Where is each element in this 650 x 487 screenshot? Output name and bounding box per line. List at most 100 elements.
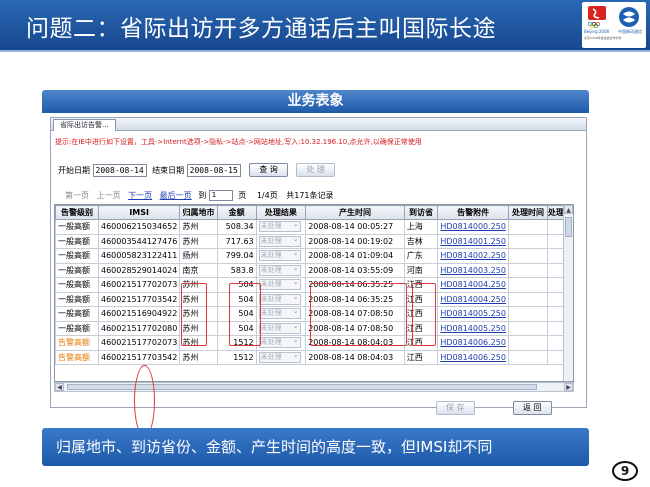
cell-result[interactable]: 未处理	[255, 335, 307, 351]
scroll-right-arrow-icon[interactable]: ▶	[564, 383, 573, 391]
tab-roaming-alarm[interactable]: 省际出访告警...	[53, 119, 116, 131]
col-header-amount[interactable]: 金额	[216, 205, 257, 220]
table-row[interactable]: 一般高额460003544127476苏州717.63未处理 2008-08-14…	[55, 233, 573, 249]
cell-attachment[interactable]: HD0814005.250	[437, 320, 509, 336]
cell-attachment[interactable]: HD0814002.250	[437, 248, 509, 264]
next-page-link[interactable]: 下一页	[128, 191, 152, 200]
query-button[interactable]: 查 询	[249, 163, 288, 177]
prev-page-link[interactable]: 上一页	[97, 191, 121, 200]
last-page-link[interactable]: 最后一页	[160, 191, 192, 200]
table-row[interactable]: 一般高额460028529014024南京583.8未处理 2008-08-14 …	[55, 262, 573, 278]
scroll-left-arrow-icon[interactable]: ◀	[55, 383, 64, 391]
cell-level: 一般高额	[55, 219, 99, 235]
cell-result[interactable]: 未处理	[255, 262, 307, 278]
amount-highlight	[229, 283, 261, 346]
col-header-result[interactable]: 处理结果	[255, 205, 307, 220]
page-count: 1/4页	[256, 191, 278, 200]
cell-result[interactable]: 未处理	[255, 320, 307, 336]
result-select[interactable]: 未处理	[258, 293, 301, 305]
back-button[interactable]: 返 回	[513, 401, 552, 415]
page-number-badge: 9	[612, 461, 638, 481]
cell-city: 南京	[179, 262, 218, 278]
cell-time: 2008-08-14 01:09:04	[305, 248, 405, 264]
cell-result[interactable]: 未处理	[255, 248, 307, 264]
save-button[interactable]: 保 存	[436, 401, 475, 415]
cell-attachment[interactable]: HD0814001.250	[437, 233, 509, 249]
cell-attachment[interactable]: HD0814004.250	[437, 277, 509, 293]
cell-imsi: 460006215034652	[97, 219, 181, 235]
cell-result[interactable]: 未处理	[255, 219, 307, 235]
cell-attachment[interactable]: HD0814005.250	[437, 306, 509, 322]
window-tabbar: 省际出访告警...	[51, 118, 586, 131]
process-button[interactable]: 处 理	[296, 163, 335, 177]
cell-imsi: 460005823122411	[97, 248, 181, 264]
table-row[interactable]: 一般高额460006215034652苏州508.34未处理 2008-08-14…	[55, 219, 573, 235]
vertical-scrollbar[interactable]: ▲	[563, 205, 573, 381]
result-select[interactable]: 未处理	[258, 322, 301, 334]
table-row[interactable]: 一般高额460005823122411扬州799.04未处理 2008-08-14…	[55, 248, 573, 264]
cell-imsi: 460003544127476	[97, 233, 181, 249]
page-number-input[interactable]: 1	[208, 190, 233, 201]
cell-imsi: 460028529014024	[97, 262, 181, 278]
col-header-handle-time[interactable]: 处理时间	[507, 205, 548, 220]
cell-amount: 1512	[216, 349, 257, 365]
result-select[interactable]: 未处理	[258, 235, 301, 247]
end-date-field[interactable]: 2008-08-15	[186, 163, 241, 177]
cell-handle-time	[507, 277, 548, 293]
vertical-scroll-thumb[interactable]	[565, 217, 572, 237]
col-header-level[interactable]: 告警级别	[55, 205, 99, 220]
result-select[interactable]: 未处理	[258, 278, 301, 291]
col-header-imsi[interactable]: IMSI	[97, 205, 181, 220]
panel-banner: 业务表象	[42, 90, 589, 113]
cell-attachment[interactable]: HD0814000.250	[437, 219, 509, 235]
cell-result[interactable]: 未处理	[255, 233, 307, 249]
cell-province: 江西	[403, 349, 439, 365]
cell-level: 一般高额	[55, 248, 99, 264]
cell-province: 吉林	[403, 233, 439, 249]
cell-result[interactable]: 未处理	[255, 291, 307, 307]
table-row[interactable]: 告警高额460021517703542苏州1512未处理 2008-08-14 0…	[55, 349, 573, 365]
result-select[interactable]: 未处理	[258, 249, 301, 262]
col-header-attachment[interactable]: 告警附件	[437, 205, 509, 220]
cell-imsi: 460021517703542	[97, 291, 181, 307]
app-window: 省际出访告警... 提示:在IE中进行如下设置，工具->Internt选项->隐…	[50, 117, 587, 437]
start-date-field[interactable]: 2008-08-14	[92, 163, 147, 177]
cell-imsi: 460021517702073	[97, 277, 181, 293]
col-header-province[interactable]: 到访省	[403, 205, 439, 220]
time-highlight	[310, 283, 407, 346]
cell-city: 苏州	[179, 219, 218, 235]
cell-result[interactable]: 未处理	[255, 349, 307, 365]
cell-attachment[interactable]: HD0814003.250	[437, 262, 509, 278]
olympic-caption: Beijing 2008	[584, 29, 610, 34]
cell-handle-time	[507, 233, 548, 249]
first-page-link[interactable]: 第一页	[65, 191, 89, 200]
cell-result[interactable]: 未处理	[255, 306, 307, 322]
cell-handle-time	[507, 248, 548, 264]
cell-handle-time	[507, 335, 548, 351]
result-select[interactable]: 未处理	[258, 307, 301, 320]
result-select[interactable]: 未处理	[258, 351, 301, 363]
result-select[interactable]: 未处理	[258, 264, 301, 276]
col-header-time[interactable]: 产生时间	[305, 205, 405, 220]
header-rule	[0, 50, 650, 52]
slide-title: 问题二：省际出访开多方通话后主叫国际长途	[26, 16, 496, 42]
cell-imsi: 460021516904922	[97, 306, 181, 322]
scroll-up-arrow-icon[interactable]: ▲	[564, 205, 573, 214]
province-highlight	[412, 283, 436, 346]
table-header-row: 告警级别 IMSI 归属地市 金额 处理结果 产生时间 到访省 告警附件 处理时…	[55, 205, 573, 220]
result-select[interactable]: 未处理	[258, 336, 301, 349]
date-filter-row: 开始日期 2008-08-14 结束日期 2008-08-15 查 询 处 理	[58, 163, 335, 177]
start-date-label: 开始日期	[58, 165, 90, 175]
cell-result[interactable]: 未处理	[255, 277, 307, 293]
cell-level: 一般高额	[55, 291, 99, 307]
col-header-city[interactable]: 归属地市	[179, 205, 218, 220]
cell-handle-time	[507, 349, 548, 365]
cell-attachment[interactable]: HD0814004.250	[437, 291, 509, 307]
cell-level: 一般高额	[55, 233, 99, 249]
horizontal-scrollbar[interactable]: ◀ ▶	[54, 382, 574, 392]
cell-attachment[interactable]: HD0814006.250	[437, 349, 509, 365]
result-select[interactable]: 未处理	[258, 220, 301, 233]
cell-handle-time	[507, 291, 548, 307]
cell-handle-time	[507, 219, 548, 235]
cell-attachment[interactable]: HD0814006.250	[437, 335, 509, 351]
